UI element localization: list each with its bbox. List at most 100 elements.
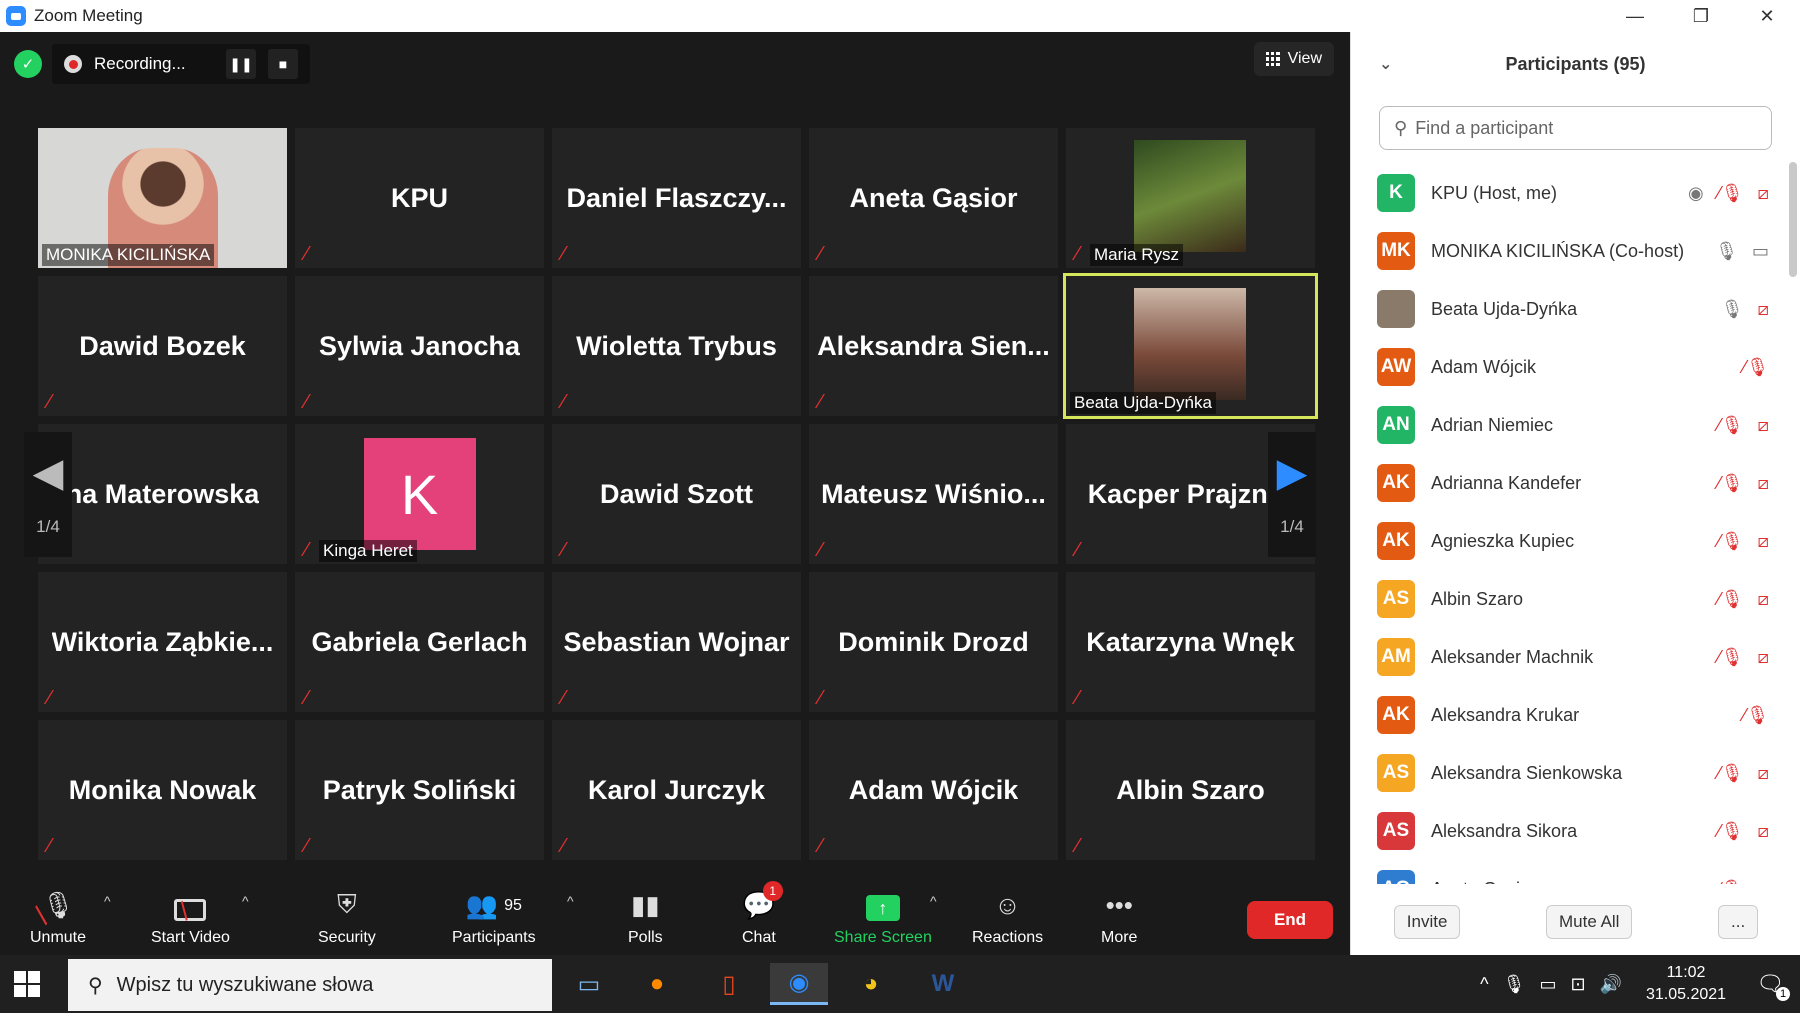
- video-tile[interactable]: Patryk Soliński ⁄: [295, 720, 544, 860]
- participant-row[interactable]: AS Aleksandra Sikora ⁄🎙 ⧄: [1351, 802, 1791, 860]
- video-options-caret[interactable]: ^: [242, 893, 249, 909]
- video-tile[interactable]: Wiktoria Ząbkie... ⁄: [38, 572, 287, 712]
- mic-off-icon[interactable]: ⁄🎙: [1718, 531, 1744, 552]
- mic-off-icon[interactable]: ⁄🎙: [1718, 647, 1744, 668]
- more-button[interactable]: ••• More: [1101, 887, 1137, 947]
- tray-mic-icon[interactable]: 🎙: [1503, 974, 1526, 995]
- audio-options-caret[interactable]: ^: [104, 893, 111, 909]
- video-off-icon[interactable]: ⧄: [1758, 183, 1769, 204]
- mic-off-icon[interactable]: ⁄🎙: [1718, 473, 1744, 494]
- video-tile[interactable]: MONIKA KICILIŃSKA: [38, 128, 287, 268]
- video-tile[interactable]: Beata Ujda-Dyńka: [1063, 273, 1318, 419]
- video-off-icon[interactable]: ⧄: [1758, 821, 1769, 842]
- video-tile[interactable]: Sylwia Janocha ⁄: [295, 276, 544, 416]
- video-tile[interactable]: Gabriela Gerlach ⁄: [295, 572, 544, 712]
- pause-recording-button[interactable]: ❚❚: [226, 49, 256, 79]
- video-tile[interactable]: Dominik Drozd ⁄: [809, 572, 1058, 712]
- video-off-icon[interactable]: ⧄: [1758, 879, 1769, 885]
- participant-row[interactable]: AS Aleksandra Sienkowska ⁄🎙 ⧄: [1351, 744, 1791, 802]
- reactions-button[interactable]: ☺ Reactions: [972, 887, 1043, 947]
- chrome-icon[interactable]: ◕: [842, 963, 900, 1005]
- participant-row[interactable]: AK Agnieszka Kupiec ⁄🎙 ⧄: [1351, 512, 1791, 570]
- video-tile[interactable]: na Materowska⁄: [38, 424, 287, 564]
- security-button[interactable]: ⛨ Security: [318, 887, 376, 947]
- panel-more-button[interactable]: ...: [1718, 905, 1759, 939]
- mic-on-icon[interactable]: 🎙: [1721, 299, 1744, 320]
- video-off-icon[interactable]: ⧄: [1758, 589, 1769, 610]
- video-tile[interactable]: ⁄ Maria Rysz: [1066, 128, 1315, 268]
- volume-icon[interactable]: 🔊: [1600, 974, 1622, 995]
- mic-off-icon[interactable]: ⁄🎙: [1718, 763, 1744, 784]
- notification-icon[interactable]: 🗨 1: [1756, 971, 1790, 1001]
- word-icon[interactable]: W: [914, 963, 972, 1005]
- windows-start-icon[interactable]: [14, 971, 40, 997]
- previous-page-button[interactable]: ◀ 1/4: [24, 432, 72, 557]
- video-off-icon[interactable]: ⧄: [1758, 763, 1769, 784]
- tray-chevron-icon[interactable]: ^: [1480, 974, 1488, 995]
- participant-row[interactable]: Beata Ujda-Dyńka 🎙 ⧄: [1351, 280, 1791, 338]
- mute-all-button[interactable]: Mute All: [1545, 905, 1633, 939]
- video-tile[interactable]: Aleksandra Sien... ⁄: [809, 276, 1058, 416]
- participant-row[interactable]: AM Aleksander Machnik ⁄🎙 ⧄: [1351, 628, 1791, 686]
- minimize-button[interactable]: —: [1602, 0, 1668, 32]
- mic-off-icon[interactable]: ⁄🎙: [1718, 589, 1744, 610]
- unmute-button[interactable]: 🎙 / Unmute: [27, 887, 86, 947]
- video-tile[interactable]: Dawid Bozek ⁄: [38, 276, 287, 416]
- taskbar-search-input[interactable]: ⚲ Wpisz tu wyszukiwane słowa: [68, 959, 552, 1011]
- video-tile[interactable]: Dawid Szott ⁄: [552, 424, 801, 564]
- network-icon[interactable]: ⊡: [1570, 974, 1585, 995]
- start-video-button[interactable]: / Start Video: [151, 887, 230, 947]
- participant-search-input[interactable]: ⚲ Find a participant: [1379, 106, 1772, 150]
- video-tile[interactable]: K ⁄ Kinga Heret: [295, 424, 544, 564]
- share-options-caret[interactable]: ^: [930, 893, 937, 909]
- video-off-icon[interactable]: ⧄: [1758, 299, 1769, 320]
- video-tile[interactable]: KPU ⁄: [295, 128, 544, 268]
- participant-list-scrollbar[interactable]: [1789, 162, 1797, 277]
- participant-row[interactable]: AW Adam Wójcik ⁄🎙: [1351, 338, 1791, 396]
- participants-button[interactable]: 👥 95 Participants: [452, 887, 536, 947]
- video-off-icon[interactable]: ⧄: [1758, 473, 1769, 494]
- participant-row[interactable]: MK MONIKA KICILIŃSKA (Co-host) 🎙 ▭: [1351, 222, 1791, 280]
- record-icon[interactable]: ◉: [1688, 183, 1704, 204]
- mic-off-icon[interactable]: ⁄🎙: [1718, 183, 1744, 204]
- view-button[interactable]: View: [1253, 42, 1334, 76]
- video-off-icon[interactable]: ⧄: [1758, 647, 1769, 668]
- mic-off-icon[interactable]: ⁄🎙: [1743, 705, 1769, 726]
- video-tile[interactable]: Aneta Gąsior ⁄: [809, 128, 1058, 268]
- mic-off-icon[interactable]: ⁄🎙: [1718, 821, 1744, 842]
- invite-button[interactable]: Invite: [1393, 905, 1461, 939]
- mic-on-icon[interactable]: 🎙: [1715, 241, 1738, 262]
- battery-icon[interactable]: ▭: [1539, 974, 1556, 995]
- participant-row[interactable]: AK Adrianna Kandefer ⁄🎙 ⧄: [1351, 454, 1791, 512]
- zoom-taskbar-icon[interactable]: ◉: [770, 963, 828, 1005]
- participant-row[interactable]: AN Adrian Niemiec ⁄🎙 ⧄: [1351, 396, 1791, 454]
- clock[interactable]: 11:02 31.05.2021: [1646, 962, 1726, 1006]
- video-off-icon[interactable]: ⧄: [1758, 415, 1769, 436]
- video-tile[interactable]: Sebastian Wojnar ⁄: [552, 572, 801, 712]
- mic-off-icon[interactable]: ⁄🎙: [1743, 357, 1769, 378]
- video-on-icon[interactable]: ▭: [1752, 241, 1769, 262]
- video-tile[interactable]: Adam Wójcik ⁄: [809, 720, 1058, 860]
- participant-row[interactable]: AK Aleksandra Krukar ⁄🎙: [1351, 686, 1791, 744]
- restore-button[interactable]: ❐: [1668, 0, 1734, 32]
- shield-icon[interactable]: ✓: [14, 50, 42, 78]
- share-screen-button[interactable]: ↑ Share Screen: [834, 887, 932, 947]
- chevron-down-icon[interactable]: ⌄: [1379, 54, 1392, 74]
- task-view-icon[interactable]: ▭: [560, 963, 618, 1005]
- end-meeting-button[interactable]: End: [1247, 901, 1333, 939]
- mic-off-icon[interactable]: ⁄🎙: [1718, 879, 1744, 885]
- video-tile[interactable]: Monika Nowak ⁄: [38, 720, 287, 860]
- next-page-button[interactable]: ▶ 1/4: [1268, 432, 1316, 557]
- stop-recording-button[interactable]: ■: [268, 49, 298, 79]
- polls-button[interactable]: ▮▮ Polls: [628, 887, 663, 947]
- close-button[interactable]: ✕: [1734, 0, 1800, 32]
- chat-button[interactable]: 💬 1 Chat: [742, 881, 783, 947]
- firefox-icon[interactable]: ●: [628, 963, 686, 1005]
- participant-row[interactable]: AG Aneta Gąsior ⁄🎙 ⧄: [1351, 860, 1791, 884]
- video-off-icon[interactable]: ⧄: [1758, 531, 1769, 552]
- video-tile[interactable]: Katarzyna Wnęk ⁄: [1066, 572, 1315, 712]
- video-tile[interactable]: Mateusz Wiśnio... ⁄: [809, 424, 1058, 564]
- mic-off-icon[interactable]: ⁄🎙: [1718, 415, 1744, 436]
- video-tile[interactable]: Karol Jurczyk ⁄: [552, 720, 801, 860]
- video-tile[interactable]: Albin Szaro ⁄: [1066, 720, 1315, 860]
